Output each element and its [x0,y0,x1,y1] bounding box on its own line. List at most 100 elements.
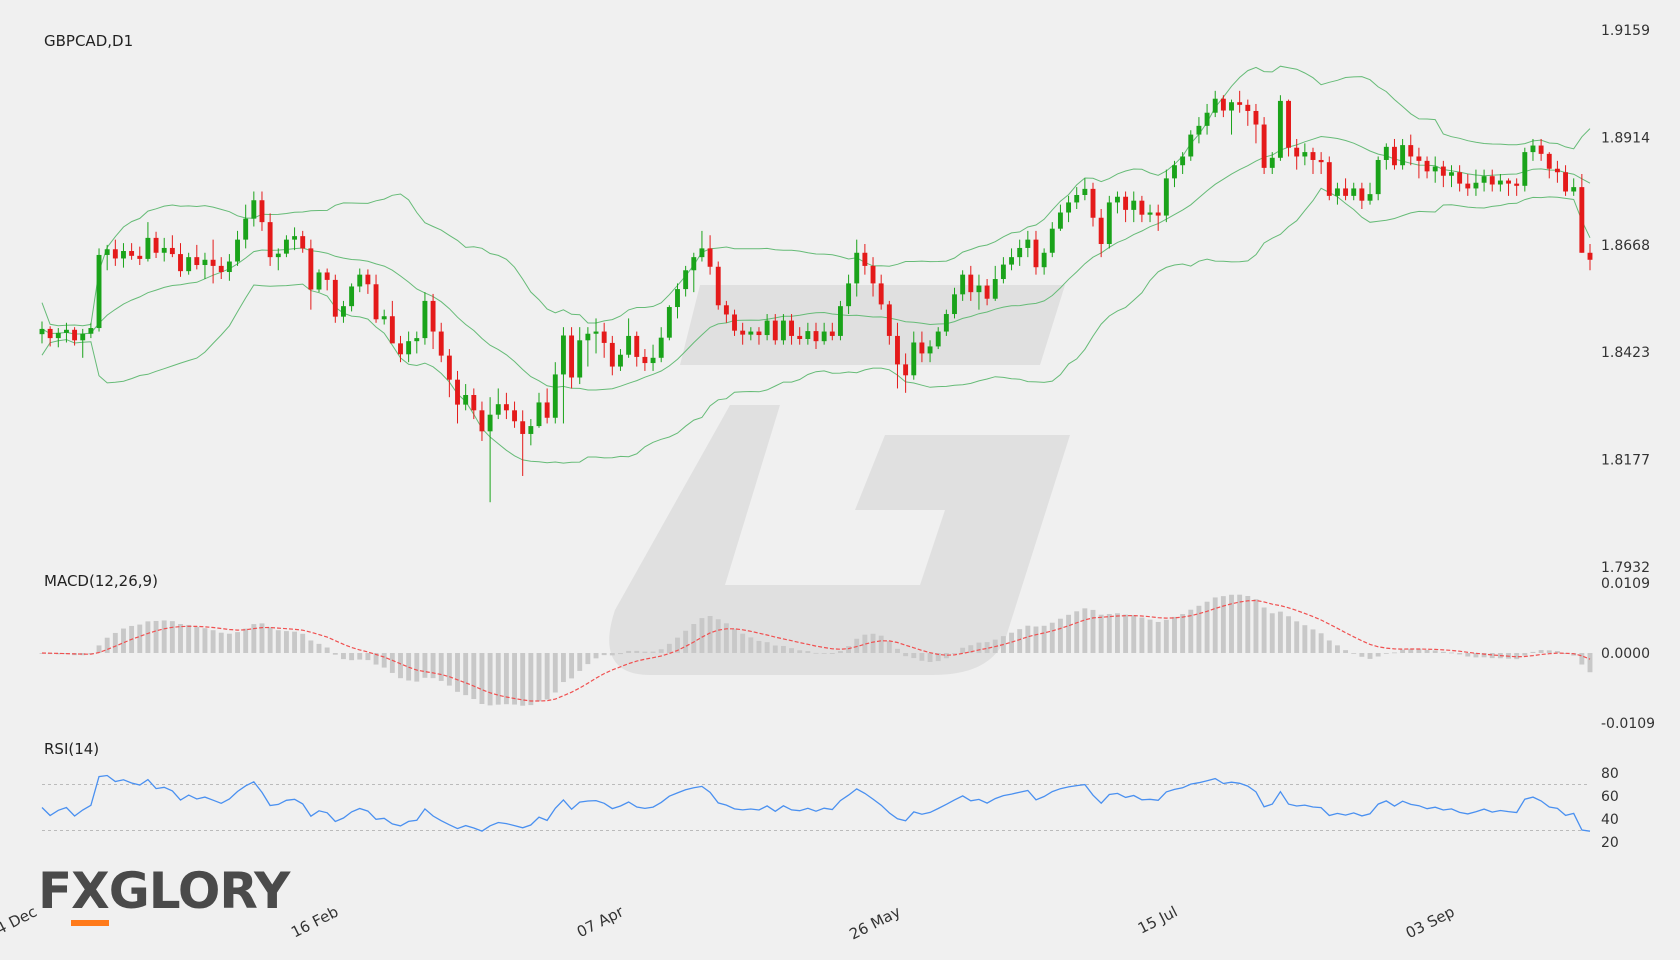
macd-histogram-bar [1538,650,1544,653]
candle [1253,103,1259,144]
candle-body [870,265,876,284]
macd-histogram-bar [300,633,306,653]
candle [658,327,664,363]
macd-histogram-bar [194,626,200,653]
candle [585,327,591,367]
candle [560,327,566,424]
macd-histogram-bar [1115,613,1120,653]
candle-body [194,257,200,266]
candle [373,274,379,323]
macd-histogram-bar [569,653,575,679]
candle [1074,187,1080,209]
candle-body [1041,252,1047,268]
candle [1302,143,1308,166]
candle-body [789,320,795,336]
candle [675,283,680,319]
candle-body [552,374,558,418]
candle [593,318,599,354]
candle [495,388,501,420]
candle-body [837,306,843,336]
macd-histogram-bar [1098,614,1104,653]
macd-histogram-bar [438,653,444,681]
candle [398,335,403,363]
candle [194,244,200,270]
candle [1359,182,1365,209]
candle-body [349,286,355,307]
candle-body [1237,102,1243,105]
candle [471,388,477,420]
candle-body [1392,146,1397,166]
macd-histogram-bar [1530,651,1536,653]
candle [414,331,420,354]
candle-body [153,237,159,253]
macd-histogram-bar [1269,613,1275,653]
candle-body [642,356,648,364]
macd-histogram-bar [446,653,452,686]
candle-body [1457,172,1463,184]
candle [1400,138,1406,170]
macd-histogram-bar [161,620,167,653]
candle [862,244,868,275]
macd-histogram-bar [1579,653,1585,665]
macd-histogram-bar [1172,616,1177,653]
candle [1375,156,1381,201]
candle [528,419,534,446]
macd-histogram-bar [275,630,281,653]
candle-body [1066,202,1072,213]
macd-histogram-bar [1261,607,1267,653]
candle-body [471,395,477,411]
candle [161,237,167,262]
macd-histogram-bar [267,627,273,653]
candle-body [169,247,175,255]
candle-body [1286,100,1291,148]
macd-histogram-bar [463,653,469,696]
candle-body [1310,152,1316,160]
candle [1196,117,1202,144]
candle-body [691,257,697,271]
candle-body [626,335,632,355]
candle [1041,248,1047,275]
macd-histogram-bar [324,647,330,653]
candle-body [911,342,917,376]
candle-body [1000,264,1006,280]
macd-histogram-bar [903,653,909,657]
candle-body [1188,134,1194,157]
macd-histogram-bar [854,638,860,653]
logo-letter: L [148,862,179,920]
candle-body [1277,100,1283,158]
candle [552,362,558,424]
candle [1440,160,1446,188]
macd-histogram-bar [699,618,705,653]
price-tick-label: 1.7932 [1601,560,1650,576]
macd-histogram-bar [1440,651,1446,653]
candle-body [1563,172,1569,192]
candle-body [414,338,420,342]
candle [365,269,371,294]
price-tick-label: 1.9159 [1601,23,1650,39]
macd-histogram-bar [618,653,623,655]
candle-body [723,305,729,315]
candle-body [1400,145,1406,166]
candle-body [186,257,192,272]
candle-body [1245,104,1251,111]
macd-histogram-bar [316,643,322,653]
date-tick-label: 03 Sep [1403,903,1458,943]
candle [1098,209,1104,258]
candle-body [1057,212,1063,229]
candle [341,300,346,323]
rsi-tick-label: 80 [1601,766,1619,782]
macd-histogram-bar [112,632,118,653]
macd-histogram-bar [1057,618,1063,653]
candle [316,269,322,293]
macd-histogram-bar [520,653,526,706]
macd-histogram-bar [226,633,232,653]
candle-body [1416,156,1422,161]
macd-histogram-bar [512,653,517,705]
candle [210,239,216,284]
macd-histogram-bar [1383,653,1389,654]
candle-body [829,331,835,336]
candle-body [1489,176,1495,185]
macd-histogram-bar [756,640,762,653]
candle-body [1587,252,1593,260]
candle-body [658,337,664,358]
